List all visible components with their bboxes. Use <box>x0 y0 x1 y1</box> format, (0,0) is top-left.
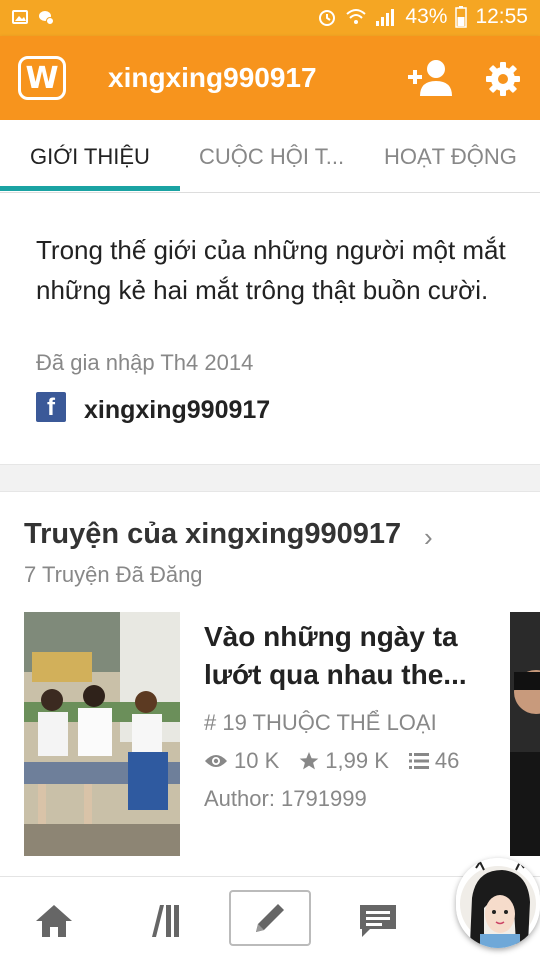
alarm-icon <box>319 10 336 26</box>
next-story-cover-image[interactable] <box>510 612 540 856</box>
app-bar: W xingxing990917 <box>0 36 540 120</box>
story-parts: 46 <box>434 748 460 773</box>
status-bar: 43% 12:55 <box>0 0 540 36</box>
battery-percent: 43% <box>405 5 448 28</box>
story-author: Author: 1791999 <box>204 786 367 811</box>
stories-count: 7 Truyện Đã Đăng <box>24 562 203 587</box>
tab-activity[interactable]: HOẠT ĐỘNG <box>384 144 517 170</box>
star-icon <box>299 752 319 770</box>
story-rank: # 19 THUỘC THỂ LOẠI <box>204 710 437 735</box>
wattpad-logo-icon[interactable]: W <box>18 56 66 100</box>
avatar-photo <box>456 858 540 948</box>
chat-notification-icon <box>39 11 54 25</box>
profile-bio: Trong thế giới của những người một mắt n… <box>36 235 506 305</box>
story-cover-photo <box>24 612 180 856</box>
home-icon[interactable] <box>32 899 76 943</box>
section-divider <box>0 464 540 492</box>
write-icon <box>256 904 284 932</box>
story-votes: 1,99 K <box>325 748 389 773</box>
facebook-username-link[interactable]: xingxing990917 <box>84 396 270 425</box>
profile-tabs: GIỚI THIỆU CUỘC HỘI T... HOẠT ĐỘNG <box>0 120 540 193</box>
chevron-right-icon[interactable]: › <box>424 522 433 553</box>
image-icon <box>12 10 28 24</box>
add-user-icon[interactable] <box>408 58 452 98</box>
messages-icon[interactable] <box>356 899 400 943</box>
gear-icon[interactable] <box>486 62 520 96</box>
story-title[interactable]: Vào những ngày ta lướt qua nhau the... <box>204 618 504 694</box>
profile-username-title: xingxing990917 <box>108 62 317 93</box>
joined-date: Đã gia nhập Th4 2014 <box>36 350 254 375</box>
wifi-icon <box>346 9 367 24</box>
tab-conversations[interactable]: CUỘC HỘI T... <box>199 144 344 170</box>
eye-icon <box>205 755 227 767</box>
clock: 12:55 <box>475 5 528 28</box>
signal-icon <box>376 9 395 26</box>
write-button[interactable] <box>229 890 311 946</box>
story-stats: 10 K 1,99 K 46 <box>204 748 459 774</box>
battery-icon <box>455 6 468 28</box>
list-icon <box>408 753 429 769</box>
story-views: 10 K <box>234 748 280 773</box>
stories-section-title[interactable]: Truyện của xingxing990917 <box>24 518 401 551</box>
story-cover-image[interactable] <box>24 612 180 856</box>
profile-avatar[interactable] <box>456 858 540 948</box>
library-icon[interactable] <box>142 899 186 943</box>
next-story-cover-photo <box>510 612 540 856</box>
tab-active-indicator <box>0 186 180 191</box>
facebook-icon[interactable]: f <box>36 392 66 422</box>
tab-about[interactable]: GIỚI THIỆU <box>30 144 150 170</box>
